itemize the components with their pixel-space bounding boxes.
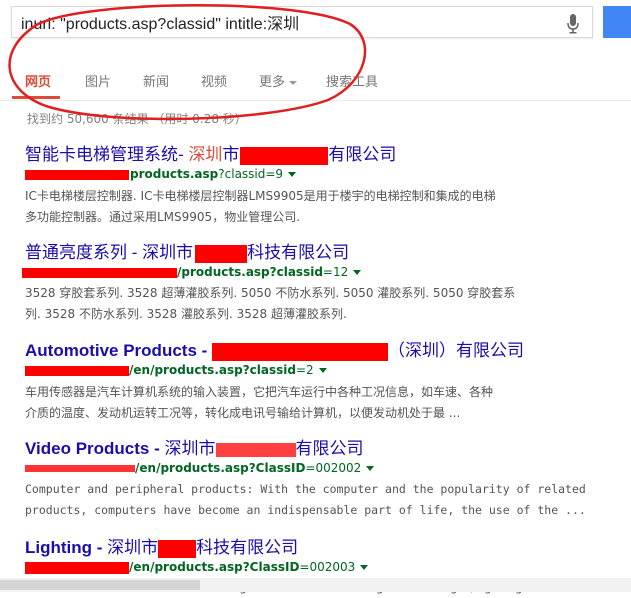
snippet-line: 车用传感器是汽车计算机系统的输入装置，它把汽车运行中各种工况信息，如车速、各种 (25, 385, 494, 399)
result-title-text: 科技有限公司 (196, 538, 299, 557)
result-title-text: Lighting - (25, 538, 108, 557)
snippet-line: 多功能控制器。通过采用LMS9905，物业管理公司. (25, 210, 301, 224)
result-title-text: 智能卡电梯管理系统- (25, 145, 189, 164)
annotation-oval (8, 4, 367, 121)
redaction-bar (158, 539, 197, 558)
result-title-text: 有限公司 (328, 145, 397, 164)
search-result: 智能卡电梯管理系统- 深圳市 有限公司 products.asp?classid=… (25, 144, 585, 228)
caret-down-icon[interactable] (353, 270, 362, 275)
result-title-text: 市 (222, 145, 240, 164)
result-title-text: 科技有限公司 (247, 243, 350, 262)
redaction-bar (25, 465, 135, 472)
result-snippet: IC卡电梯楼层控制器. IC卡电梯楼层控制器LMS9905是用于楼宇的电梯控制和… (25, 186, 585, 228)
result-url: /products.asp?classid=12 (22, 264, 585, 280)
result-title-text: 深圳市 (107, 538, 159, 557)
result-title-text: 有限公司 (295, 439, 364, 458)
result-title-link[interactable]: 智能卡电梯管理系统- 深圳市 有限公司 (25, 144, 585, 166)
snippet-line: products, computers have become an indis… (25, 503, 586, 517)
result-url: /en/products.asp?ClassID=002003 (25, 559, 585, 575)
result-url-path: products.asp (130, 167, 219, 181)
result-title-link[interactable]: Automotive Products - （深圳）有限公司 (25, 340, 585, 362)
microphone-icon[interactable] (566, 14, 580, 34)
caret-down-icon[interactable] (366, 466, 375, 471)
redaction-bar (25, 561, 129, 574)
scrollbar-thumb[interactable] (0, 580, 200, 590)
result-title-highlight: 深圳 (188, 145, 223, 164)
redaction-bar (240, 146, 329, 165)
result-title-link[interactable]: 普通亮度系列 - 深圳市 科技有限公司 (25, 242, 585, 264)
redaction-bar (195, 244, 248, 263)
result-url-param: =2 (296, 363, 314, 377)
result-url-param: ?classid=9 (218, 167, 284, 181)
result-snippet: 车用传感器是汽车计算机系统的输入装置，它把汽车运行中各种工况信息，如车速、各种介… (25, 382, 585, 424)
search-result: 普通亮度系列 - 深圳市 科技有限公司 /products.asp?classid… (22, 242, 585, 325)
result-title-link[interactable]: Video Products - 深圳市 有限公司 (25, 438, 585, 460)
result-url-path: /en/products.asp?ClassID (135, 461, 306, 475)
caret-down-icon[interactable] (318, 368, 327, 373)
snippet-line: 列. 3528 不防水系列. 3528 灌胶系列. 3528 超薄灌胶系列. (25, 307, 347, 321)
horizontal-scrollbar[interactable] (0, 578, 631, 592)
snippet-line: IC卡电梯楼层控制器. IC卡电梯楼层控制器LMS9905是用于楼宇的电梯控制和… (25, 189, 496, 203)
result-snippet: Computer and peripheral products: With t… (25, 479, 586, 521)
result-snippet: 3528 穿胶套系列. 3528 超薄灌胶系列. 5050 不防水系列. 505… (25, 283, 585, 325)
caret-down-icon[interactable] (288, 172, 297, 177)
search-result: Automotive Products - （深圳）有限公司 /en/produ… (25, 340, 585, 424)
result-title-text: 普通亮度系列 - 深圳市 (25, 243, 194, 262)
result-url-param: =002002 (305, 461, 362, 475)
result-url: /en/products.asp?ClassID=002002 (25, 460, 585, 476)
result-title-text: Automotive Products - (25, 341, 213, 360)
redaction-bar (22, 267, 177, 278)
snippet-line: 介质的温度、发动机运转工况等，转化成电讯号输给计算机，以便发动机处于最 ... (25, 406, 461, 420)
search-button[interactable] (603, 6, 631, 38)
result-title-link[interactable]: Lighting - 深圳市 科技有限公司 (25, 537, 585, 559)
result-url: /en/products.asp?classid=2 (25, 362, 585, 378)
redaction-bar (25, 365, 129, 376)
caret-down-icon[interactable] (360, 565, 369, 570)
result-title-text: 深圳市 (164, 439, 216, 458)
result-url: products.asp?classid=9 (25, 166, 585, 182)
result-title-text: （深圳）有限公司 (388, 341, 525, 360)
result-url-path: /products.asp?classid (177, 265, 323, 279)
result-url-path: /en/products.asp?classid (129, 363, 296, 377)
result-url-param: =12 (322, 265, 349, 279)
result-url-param: =002003 (299, 560, 356, 574)
redaction-bar (215, 442, 296, 457)
snippet-line: Computer and peripheral products: With t… (25, 482, 586, 496)
result-url-path: /en/products.asp?ClassID (129, 560, 300, 574)
redaction-bar (25, 169, 129, 180)
snippet-line: 3528 穿胶套系列. 3528 超薄灌胶系列. 5050 不防水系列. 505… (25, 286, 516, 300)
search-result: Video Products - 深圳市 有限公司 /en/products.as… (25, 438, 586, 521)
redaction-bar (212, 342, 389, 361)
result-title-text: Video Products - (25, 439, 165, 458)
